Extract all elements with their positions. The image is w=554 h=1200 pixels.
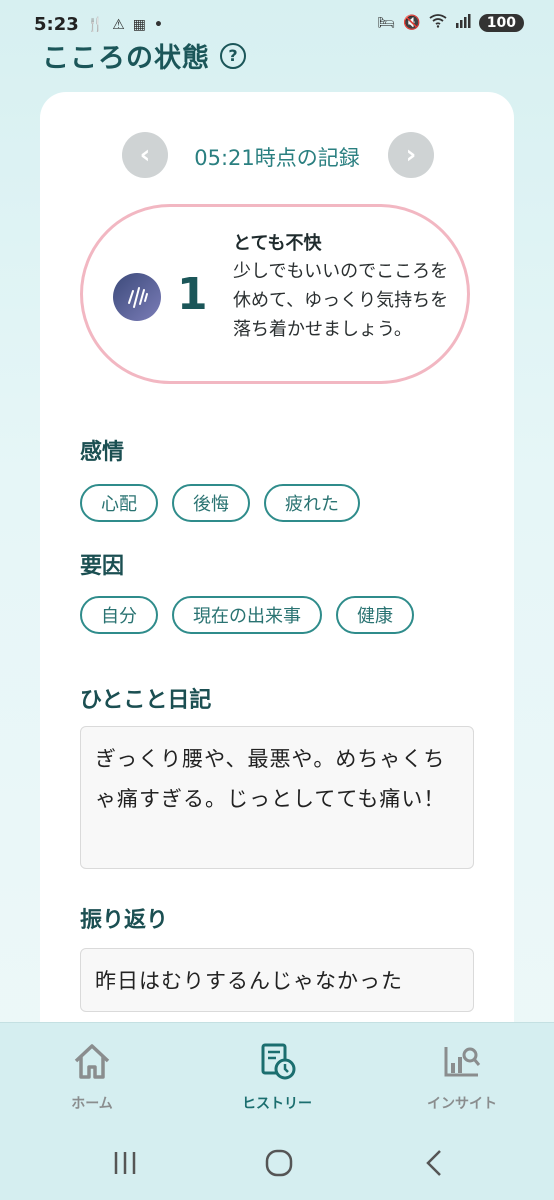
- emotion-chip[interactable]: 後悔: [172, 484, 250, 522]
- emotion-chips: 心配 後悔 疲れた: [80, 484, 360, 522]
- nav-home[interactable]: ホーム: [22, 1039, 162, 1113]
- record-card: ‹ 05:21時点の記録 › 1 とても不快 少しでもいいのでこころを休めて、ゆ…: [40, 92, 514, 1092]
- diary-heading: ひとこと日記: [80, 688, 212, 713]
- home-button-icon[interactable]: [264, 1148, 294, 1182]
- nav-history[interactable]: ヒストリー: [207, 1039, 347, 1113]
- battery-icon: 100: [478, 14, 524, 32]
- factor-chip[interactable]: 健康: [336, 596, 414, 634]
- status-right: 🛏 🔇 100: [378, 14, 524, 32]
- help-icon[interactable]: ?: [220, 42, 246, 69]
- status-bar: 5:23 🍴 ⚠ ▦ • 🛏 🔇 100: [0, 0, 554, 40]
- warning-icon: ⚠: [112, 16, 125, 33]
- system-navigation-bar: [0, 1132, 554, 1200]
- nav-history-label: ヒストリー: [242, 1096, 312, 1112]
- mood-description: 少しでもいいのでこころを休めて、ゆっくり気持ちを落ち着かせましょう。: [233, 261, 449, 340]
- next-record-button[interactable]: ›: [388, 132, 434, 178]
- emotion-chip[interactable]: 心配: [80, 484, 158, 522]
- status-time: 5:23: [34, 14, 79, 35]
- record-navigation: ‹ 05:21時点の記録 ›: [40, 132, 514, 178]
- fork-knife-icon: 🍴: [86, 16, 105, 33]
- page-header: こころの状態 ?: [42, 36, 246, 75]
- nav-insight-label: インサイト: [427, 1096, 497, 1112]
- bottom-navigation: ホーム ヒストリー インサイト: [0, 1022, 554, 1133]
- factor-chips: 自分 現在の出来事 健康: [80, 596, 414, 634]
- mood-title: とても不快: [233, 233, 322, 254]
- wifi-icon: [429, 14, 447, 32]
- back-button-icon[interactable]: [420, 1148, 450, 1182]
- mood-rain-icon: [113, 273, 161, 321]
- recent-apps-icon[interactable]: [110, 1148, 140, 1182]
- history-icon: [255, 1039, 299, 1087]
- insight-icon: [440, 1039, 484, 1087]
- bed-icon: 🛏: [377, 15, 396, 31]
- reflection-text[interactable]: 昨日はむりするんじゃなかった: [80, 948, 474, 1012]
- nav-insight[interactable]: インサイト: [392, 1039, 532, 1113]
- page-title: こころの状態: [42, 43, 210, 74]
- record-time-label: 05:21時点の記録: [194, 146, 360, 170]
- nav-home-label: ホーム: [71, 1096, 113, 1112]
- calendar-icon: ▦: [132, 16, 147, 33]
- dot-icon: •: [154, 16, 163, 33]
- home-icon: [70, 1039, 114, 1087]
- mute-icon: 🔇: [403, 15, 421, 31]
- factors-heading: 要因: [80, 554, 125, 579]
- diary-text[interactable]: ぎっくり腰や、最悪や。めちゃくちゃ痛すぎる。じっとしてても痛い！: [80, 726, 474, 869]
- factor-chip[interactable]: 現在の出来事: [172, 596, 322, 634]
- mood-summary: 1 とても不快 少しでもいいのでこころを休めて、ゆっくり気持ちを落ち着かせましょ…: [80, 204, 470, 384]
- factor-chip[interactable]: 自分: [80, 596, 158, 634]
- emotion-chip[interactable]: 疲れた: [264, 484, 360, 522]
- emotions-heading: 感情: [80, 440, 125, 465]
- mood-score: 1: [177, 269, 208, 320]
- signal-icon: [455, 14, 471, 32]
- status-left: 5:23 🍴 ⚠ ▦ •: [34, 14, 163, 35]
- reflection-heading: 振り返り: [80, 908, 169, 933]
